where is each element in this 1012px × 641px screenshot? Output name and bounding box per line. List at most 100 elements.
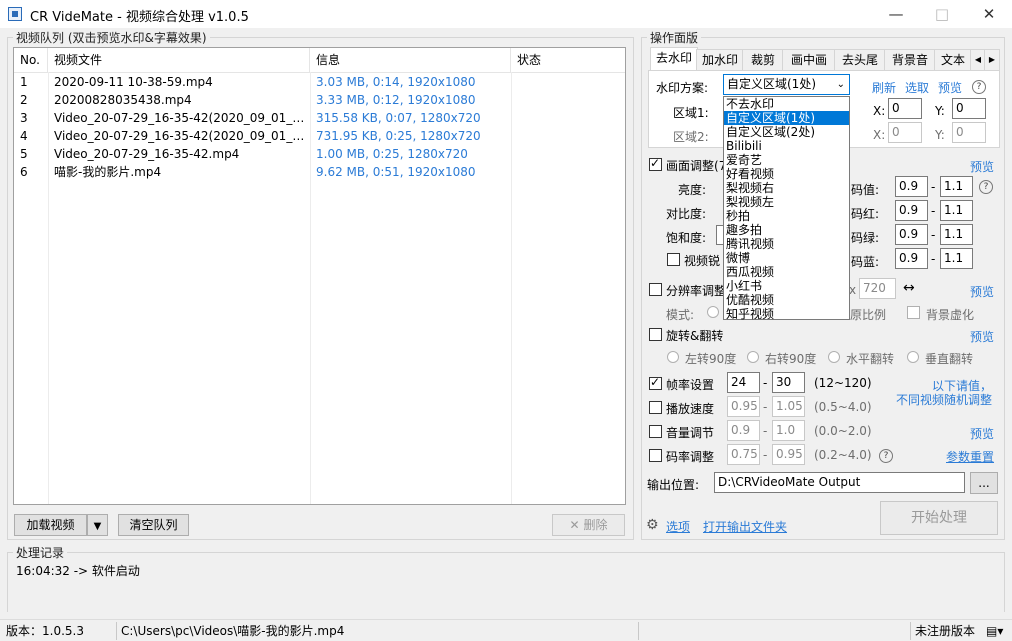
chevron-left-icon: ◀ [974,55,982,64]
volume-max[interactable]: 1.0 [772,420,805,441]
col-no[interactable]: No. [14,48,48,72]
swap-icon[interactable]: ↔ [903,280,915,296]
col-info[interactable]: 信息 [310,48,511,72]
image-adjust-checkbox[interactable] [649,156,662,171]
bitrate-checkbox[interactable] [649,449,662,462]
dropdown-option[interactable]: 优酷视频 [724,293,849,307]
dropdown-option[interactable]: Bilibili [724,139,849,153]
speed-dash: - [763,400,768,414]
pick-link[interactable]: 选取 [905,79,929,96]
table-row[interactable]: 1 2020-09-11 10-38-59.mp4 3.03 MB, 0:14,… [14,73,625,91]
mode-radio[interactable] [707,306,719,318]
status-menu-icon[interactable]: ▤▾ [982,622,1008,640]
options-link[interactable]: 选项 [666,518,690,535]
dropdown-option[interactable]: 梨视频左 [724,195,849,209]
tab-remove-watermark[interactable]: 去水印 [650,47,698,72]
resolution-height-input[interactable]: 720 [859,278,896,299]
y1-input[interactable]: 0 [952,98,986,119]
speed-checkbox[interactable] [649,401,662,414]
volume-min[interactable]: 0.9 [727,420,760,441]
volume-checkbox[interactable] [649,425,662,438]
rotate-right-radio[interactable] [747,351,759,363]
dropdown-option[interactable]: 腾讯视频 [724,237,849,251]
maximize-button[interactable]: □ [919,0,965,28]
dropdown-option[interactable]: 爱奇艺 [724,153,849,167]
dropdown-option[interactable]: 好看视频 [724,167,849,181]
gamma-green-min[interactable]: 0.9 [895,224,928,245]
output-path-input[interactable]: D:\CRVideoMate Output [714,472,965,493]
tab-scroll-right[interactable]: ▶ [984,49,1000,71]
help-icon[interactable]: ? [979,180,993,194]
table-row[interactable]: 2 20200828035438.mp4 3.33 MB, 0:12, 1920… [14,91,625,109]
table-row[interactable]: 5 Video_20-07-29_16-35-42.mp4 1.00 MB, 0… [14,145,625,163]
gamma-blue-max[interactable]: 1.1 [940,248,973,269]
bitrate-max[interactable]: 0.95 [772,444,805,465]
gamma-red-min[interactable]: 0.9 [895,200,928,221]
x1-input[interactable]: 0 [888,98,922,119]
minimize-button[interactable]: — [873,0,919,28]
clear-queue-button[interactable]: 清空队列 [118,514,189,536]
y2-input[interactable]: 0 [952,122,986,143]
gamma-green-max[interactable]: 1.1 [940,224,973,245]
gamma-red-max[interactable]: 1.1 [940,200,973,221]
start-button[interactable]: 开始处理 [880,501,998,535]
reset-params-link[interactable]: 参数重置 [946,448,994,465]
image-adjust-preview[interactable]: 预览 [970,158,994,175]
speed-max[interactable]: 1.05 [772,396,805,417]
bg-blur-checkbox[interactable] [907,306,920,319]
hflip-radio[interactable] [828,351,840,363]
speed-min[interactable]: 0.95 [727,396,760,417]
tab-pip[interactable]: 画中画 [782,49,836,71]
rotate-left-radio[interactable] [667,351,679,363]
tab-text[interactable]: 文本 [934,49,972,71]
preview-link[interactable]: 预览 [938,79,962,96]
video-queue-list[interactable]: No. 视频文件 信息 状态 1 2020-09-11 10-38-59.mp4… [13,47,626,505]
dropdown-option[interactable]: 自定义区域(2处) [724,125,849,139]
dropdown-option[interactable]: 趣多拍 [724,223,849,237]
resolution-preview[interactable]: 预览 [970,283,994,300]
delete-button[interactable]: ✕ 删除 [552,514,625,536]
vflip-radio[interactable] [907,351,919,363]
bitrate-min[interactable]: 0.75 [727,444,760,465]
help-icon[interactable]: ? [972,80,986,94]
col-status[interactable]: 状态 [511,48,625,72]
load-video-button[interactable]: 加载视频 [14,514,87,536]
x2-input[interactable]: 0 [888,122,922,143]
dropdown-option[interactable]: 秒拍 [724,209,849,223]
close-button[interactable]: ✕ [966,0,1012,28]
dropdown-option[interactable]: 小红书 [724,279,849,293]
tab-bgm[interactable]: 背景音 [884,49,936,71]
tab-crop[interactable]: 裁剪 [742,49,784,71]
refresh-link[interactable]: 刷新 [872,79,896,96]
framerate-min[interactable]: 24 [727,372,760,393]
load-video-dropdown[interactable]: ▼ [87,514,108,536]
scheme-select[interactable]: 自定义区域(1处) ⌄ [723,74,850,95]
dropdown-option[interactable]: 梨视频右 [724,181,849,195]
table-row[interactable]: 4 Video_20-07-29_16-35-42(2020_09_01_1..… [14,127,625,145]
resolution-checkbox[interactable] [649,283,662,296]
dropdown-option[interactable]: 自定义区域(1处) [724,111,849,125]
col-file[interactable]: 视频文件 [48,48,310,72]
table-row[interactable]: 6 喵影-我的影片.mp4 9.62 MB, 0:51, 1920x1080 [14,163,625,181]
framerate-checkbox[interactable] [649,375,662,390]
framerate-max[interactable]: 30 [772,372,805,393]
volume-preview[interactable]: 预览 [970,425,994,442]
tab-trim[interactable]: 去头尾 [834,49,886,71]
sharpen-checkbox[interactable] [667,253,680,266]
register-status[interactable]: 未注册版本 [910,622,980,640]
gamma-blue-min[interactable]: 0.9 [895,248,928,269]
dropdown-option[interactable]: 西瓜视频 [724,265,849,279]
browse-button[interactable]: ... [970,472,998,494]
dropdown-option[interactable]: 不去水印 [724,97,849,111]
tab-add-watermark[interactable]: 加水印 [696,49,744,71]
help-icon[interactable]: ? [879,449,893,463]
gamma-value-max[interactable]: 1.1 [940,176,973,197]
open-output-folder-link[interactable]: 打开输出文件夹 [703,518,787,535]
gear-icon[interactable]: ⚙ [646,517,659,533]
dropdown-option[interactable]: 知乎视频 [724,307,849,321]
table-row[interactable]: 3 Video_20-07-29_16-35-42(2020_09_01_1..… [14,109,625,127]
rotate-checkbox[interactable] [649,328,662,341]
dropdown-option[interactable]: 微博 [724,251,849,265]
rotate-preview[interactable]: 预览 [970,328,994,345]
gamma-value-min[interactable]: 0.9 [895,176,928,197]
